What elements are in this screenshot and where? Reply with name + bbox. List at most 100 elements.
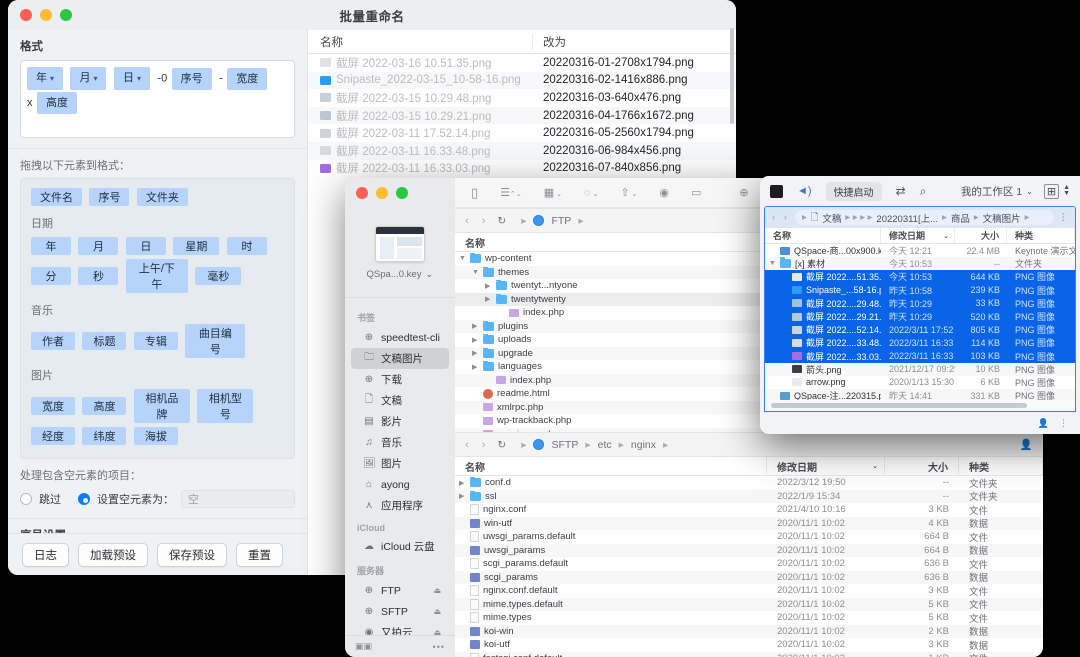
app-square-icon[interactable] — [770, 184, 783, 198]
disclosure-triangle[interactable]: ▶ — [472, 322, 479, 330]
sidebar-item-又拍云[interactable]: ◉ 又拍云 ⏏ — [351, 622, 449, 635]
file-row[interactable]: win-utf 2020/11/1 10:02 4 KB 数据 — [455, 516, 1043, 530]
save-preset-button[interactable]: 保存预设 — [157, 542, 227, 567]
disclosure-triangle[interactable]: ▶ — [472, 363, 479, 371]
file-row[interactable]: 箭头.png 2021/12/17 09:29 10 KB PNG 图像 — [765, 362, 1075, 376]
reset-button[interactable]: 重置 — [236, 542, 283, 567]
file-row[interactable]: koi-win 2020/11/1 10:02 2 KB 数据 — [455, 624, 1043, 638]
table-row[interactable]: 截屏 2022-03-16 10.51.35.png 20220316-01-27… — [308, 54, 736, 72]
token-date-minute[interactable]: 分 — [31, 267, 71, 285]
token-music-album[interactable]: 专辑 — [133, 332, 178, 350]
table-row[interactable]: 截屏 2022-03-11 17.52.14.png 20220316-05-25… — [308, 124, 736, 142]
file-row[interactable]: uwsgi_params.default 2020/11/1 10:02 664 B… — [455, 530, 1043, 544]
sidebar-item-影片[interactable]: ▤ 影片 — [351, 411, 449, 432]
disclosure-triangle[interactable]: ▼ — [769, 260, 776, 267]
more-icon[interactable]: ⋮ — [1059, 418, 1068, 429]
nav-back-forward-icons[interactable]: ‹ › — [465, 215, 490, 227]
sidebar-item-ayong[interactable]: ⌂ ayong — [351, 474, 449, 495]
token-serial[interactable]: 序号 — [171, 67, 212, 90]
token-img-altitude[interactable]: 海拔 — [133, 427, 178, 445]
breadcrumb-nginx[interactable]: nginx — [631, 439, 656, 451]
token-date-hour[interactable]: 时 — [226, 237, 267, 255]
sidebar-item-音乐[interactable]: ♫ 音乐 — [351, 432, 449, 453]
token-date-day[interactable]: 日 — [125, 237, 166, 255]
token-height[interactable]: 高度 — [36, 92, 77, 114]
token-year[interactable]: 年 ▾ — [27, 67, 64, 90]
breadcrumb-dated[interactable]: 20220311[上... — [876, 211, 938, 225]
qspace-filelist[interactable]: QSpace-商...00x900.key 今天 12:21 22.4 MB Keyn… — [765, 244, 1075, 400]
token-date-year[interactable]: 年 — [31, 237, 71, 255]
finder-filelist-sftp[interactable]: ▶ conf.d 2022/3/12 19:50 -- 文件夹 ▶ ssl 2022/1/9 … — [455, 476, 1043, 657]
empty-value-input[interactable]: 空 — [181, 490, 295, 508]
swap-icon[interactable]: ⇄ — [896, 184, 906, 198]
table-row[interactable]: 截屏 2022-03-11 16.33.03.png 20220316-07-84… — [308, 160, 736, 178]
person-icon[interactable]: 👤 — [1038, 418, 1049, 429]
file-row[interactable]: 截屏 2022....29.21.png 昨天 10:29 520 KB PNG 图像 — [765, 309, 1075, 324]
group-icon[interactable]: ▦ ⌄ — [544, 186, 562, 199]
token-date-month[interactable]: 月 — [78, 237, 119, 255]
breadcrumb-sftp[interactable]: SFTP — [551, 439, 578, 451]
file-row[interactable]: mime.types 2020/11/1 10:02 5 KB 文件 — [455, 611, 1043, 625]
person-icon[interactable]: 👤 — [1020, 438, 1033, 451]
minimize-button[interactable] — [376, 187, 388, 199]
share-icon[interactable]: ⇧ ⌄ — [620, 186, 637, 199]
qspace-breadcrumb[interactable]: ‹ › ▸ 🗋 文稿 ▸ ▸ ▸ ▸ 20220311[上... ▸ 商品 ▸ … — [765, 207, 1075, 228]
token-date-weekday[interactable]: 星期 — [173, 237, 220, 255]
token-img-camera-model[interactable]: 相机型号 — [197, 389, 254, 423]
file-row[interactable]: ▶ ssl 2022/1/9 15:34 -- 文件夹 — [455, 489, 1043, 503]
file-row[interactable]: 截屏 2022....29.48.png 昨天 10:29 33 KB PNG 图像 — [765, 296, 1075, 310]
eject-icon[interactable]: ⏏ — [433, 628, 441, 635]
column-header-size[interactable]: 大小 — [955, 228, 1007, 243]
table-row[interactable]: Snipaste_2022-03-15_10-58-16.png 20220316… — [308, 71, 736, 90]
radio-set-empty[interactable] — [78, 493, 90, 505]
disclosure-triangle[interactable]: ▶ — [459, 479, 466, 487]
file-row[interactable]: koi-utf 2020/11/1 10:02 3 KB 数据 — [455, 638, 1043, 652]
token-width[interactable]: 宽度 — [227, 67, 268, 90]
load-preset-button[interactable]: 加载预设 — [78, 542, 148, 567]
disclosure-triangle[interactable]: ▼ — [459, 255, 466, 262]
token-date-ampm[interactable]: 上午/下午 — [125, 259, 188, 293]
stepper-icon[interactable]: ▲ ▼ — [1063, 184, 1070, 197]
more-icon[interactable]: ⋮ — [1059, 212, 1069, 223]
qspace-horizontal-scrollbar[interactable] — [765, 400, 1075, 411]
chevron-down-icon[interactable]: ⌄ — [1026, 187, 1033, 196]
column-header-name[interactable]: 名称 — [308, 33, 533, 50]
file-row[interactable]: QSpace-注...220315.png 昨天 14:41 331 KB PNG 图… — [765, 389, 1075, 400]
airdrop-icon[interactable]: ◉ — [659, 186, 669, 199]
finder-sidebar-list[interactable]: 书签 ⊕ speedtest-cli 🗀 文稿图片 ⊕ 下载 🗋 文稿 ▤ 影片 ♫ 音乐 🖼 图片 ⌂ ayo… — [345, 298, 455, 635]
table-row[interactable]: 截屏 2022-03-15 10.29.21.png 20220316-04-17… — [308, 106, 736, 125]
finder-breadcrumb-sftp[interactable]: ‹ › ↻ ▸ SFTP ▸ etc ▸ nginx ▸ 👤 — [455, 433, 1043, 457]
refresh-icon[interactable]: ↻ — [497, 439, 506, 451]
token-date-second[interactable]: 秒 — [78, 267, 119, 285]
file-row[interactable]: uwsgi_params 2020/11/1 10:02 664 B 数据 — [455, 543, 1043, 557]
quick-launch-button[interactable]: 快捷启动 — [825, 181, 882, 201]
rename-table-body[interactable]: 截屏 2022-03-16 10.51.35.png 20220316-01-27… — [308, 54, 736, 177]
disclosure-triangle[interactable]: ▶ — [485, 282, 492, 290]
token-index[interactable]: 序号 — [89, 188, 130, 206]
column-header-date[interactable]: 修改日期⌄ — [767, 457, 885, 475]
list-view-icon[interactable]: ☰⌃⌄ — [500, 186, 522, 199]
maximize-button[interactable] — [396, 187, 408, 199]
token-music-artist[interactable]: 作者 — [31, 332, 75, 350]
token-date-ms[interactable]: 毫秒 — [195, 267, 242, 285]
preview-filename-row[interactable]: QSpa...0.key ⌄ — [367, 269, 434, 280]
eject-icon[interactable]: ⏏ — [433, 586, 441, 595]
log-button[interactable]: 日志 — [22, 542, 69, 567]
tag-icon[interactable]: ▭ — [691, 186, 701, 199]
disclosure-triangle[interactable]: ▶ — [472, 349, 479, 357]
sidebar-item-文稿[interactable]: 🗋 文稿 — [351, 390, 449, 411]
globe-icon[interactable]: ⊕ — [739, 186, 748, 199]
search-icon[interactable]: ⌕ — [920, 184, 927, 199]
sidebar-item-应用程序[interactable]: ⋏ 应用程序 — [351, 495, 449, 516]
file-row[interactable]: scgi_params 2020/11/1 10:02 636 B 数据 — [455, 570, 1043, 584]
file-row[interactable]: 截屏 2022....51.35.png 今天 10:53 644 KB PNG 图像 — [765, 270, 1075, 284]
column-header-kind[interactable]: 种类 — [1007, 228, 1075, 243]
disclosure-triangle[interactable]: ▶ — [459, 492, 466, 500]
radio-skip[interactable] — [20, 493, 32, 505]
token-img-width[interactable]: 宽度 — [31, 397, 75, 415]
nav-back-forward-icons[interactable]: ‹ › — [465, 439, 490, 451]
workspace-label[interactable]: 我的工作区 1 — [961, 184, 1022, 199]
token-music-title[interactable]: 标题 — [82, 332, 127, 350]
token-img-latitude[interactable]: 纬度 — [82, 427, 127, 445]
column-header-name[interactable]: 名称 — [455, 233, 767, 251]
